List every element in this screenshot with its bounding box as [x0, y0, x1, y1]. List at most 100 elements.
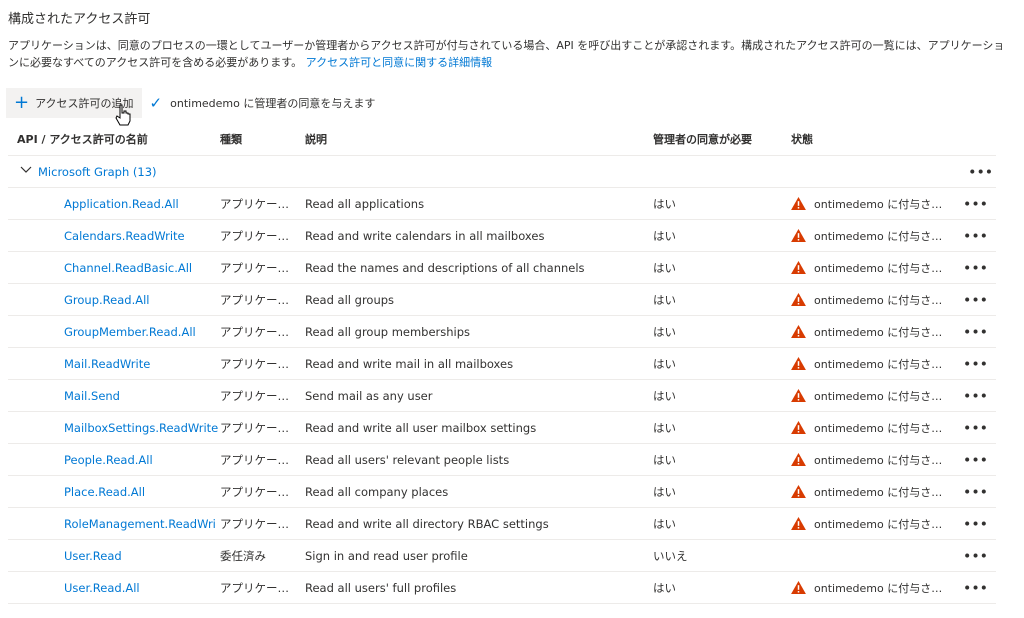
- permission-name-link[interactable]: Mail.ReadWrite: [8, 357, 220, 371]
- permission-description: Read and write calendars in all mailboxe…: [305, 228, 545, 243]
- permission-status: ontimedemo に付与さ…: [791, 292, 961, 308]
- permission-type: アプリケー…: [220, 420, 289, 435]
- permission-name-link[interactable]: MailboxSettings.ReadWrite: [8, 421, 220, 435]
- more-actions-icon[interactable]: •••: [961, 581, 991, 595]
- more-actions-icon[interactable]: •••: [961, 229, 991, 243]
- admin-consent-required: いいえ: [653, 548, 688, 563]
- more-actions-icon[interactable]: •••: [961, 389, 991, 403]
- permission-name-link[interactable]: Calendars.ReadWrite: [8, 229, 220, 243]
- grant-admin-consent-label: ontimedemo に管理者の同意を与えます: [170, 97, 376, 110]
- permission-name-link[interactable]: Application.Read.All: [8, 197, 220, 211]
- permission-type: アプリケー…: [220, 388, 289, 403]
- more-actions-icon[interactable]: •••: [961, 517, 991, 531]
- warning-icon: [791, 197, 806, 210]
- permission-name-link[interactable]: Mail.Send: [8, 389, 220, 403]
- permission-name-link[interactable]: People.Read.All: [8, 453, 220, 467]
- header-admin-consent: 管理者の同意が必要: [653, 132, 752, 146]
- permission-description: Read and write mail in all mailboxes: [305, 356, 514, 371]
- warning-icon: [791, 357, 806, 370]
- section-description: アプリケーションは、同意のプロセスの一環としてユーザーか管理者からアクセス許可が…: [8, 37, 1008, 71]
- admin-consent-required: はい: [653, 356, 676, 371]
- header-description: 説明: [305, 132, 327, 146]
- permission-name-link[interactable]: User.Read: [8, 549, 220, 563]
- permission-description: Send mail as any user: [305, 388, 433, 403]
- admin-consent-required: はい: [653, 196, 676, 211]
- status-text: ontimedemo に付与さ…: [814, 197, 943, 211]
- permissions-table: API / アクセス許可の名前 種類 説明 管理者の同意が必要 状態 Micro…: [8, 122, 996, 604]
- permission-name-link[interactable]: Group.Read.All: [8, 293, 220, 307]
- table-row: User.Read 委任済み Sign in and read user profi…: [8, 540, 996, 572]
- table-row: Mail.Send アプリケー… Send mail as any user はい on…: [8, 380, 996, 412]
- permission-description: Read all groups: [305, 292, 395, 307]
- status-text: ontimedemo に付与さ…: [814, 261, 943, 275]
- status-text: ontimedemo に付与さ…: [814, 229, 943, 243]
- permission-status: ontimedemo に付与さ…: [791, 580, 961, 596]
- permission-status: ontimedemo に付与さ…: [791, 452, 961, 468]
- permission-status: ontimedemo に付与さ…: [791, 420, 961, 436]
- permission-name-link[interactable]: User.Read.All: [8, 581, 220, 595]
- permission-name-link[interactable]: Channel.ReadBasic.All: [8, 261, 220, 275]
- permission-description: Sign in and read user profile: [305, 548, 468, 563]
- admin-consent-required: はい: [653, 228, 676, 243]
- more-actions-icon[interactable]: •••: [961, 549, 991, 563]
- more-actions-icon[interactable]: •••: [966, 165, 996, 179]
- permission-name-link[interactable]: GroupMember.Read.All: [8, 325, 220, 339]
- header-status: 状態: [791, 132, 813, 146]
- permission-type: アプリケー…: [220, 292, 289, 307]
- more-actions-icon[interactable]: •••: [961, 485, 991, 499]
- permission-description: Read all users' full profiles: [305, 580, 457, 595]
- table-row: Application.Read.All アプリケー… Read all appli…: [8, 188, 996, 220]
- warning-icon: [791, 229, 806, 242]
- permission-status: ontimedemo に付与さ…: [791, 484, 961, 500]
- permission-description: Read all applications: [305, 196, 425, 211]
- header-type: 種類: [220, 132, 242, 146]
- permission-status: ontimedemo に付与さ…: [791, 324, 961, 340]
- permission-status: ontimedemo に付与さ…: [791, 388, 961, 404]
- more-actions-icon[interactable]: •••: [961, 453, 991, 467]
- permission-name-link[interactable]: Place.Read.All: [8, 485, 220, 499]
- toolbar: + アクセス許可の追加 ✓ ontimedemo に管理者の同意を与えます: [6, 88, 383, 118]
- admin-consent-required: はい: [653, 452, 676, 467]
- table-row: RoleManagement.ReadWri アプリケー… Read and wri…: [8, 508, 996, 540]
- status-text: ontimedemo に付与さ…: [814, 357, 943, 371]
- more-actions-icon[interactable]: •••: [961, 261, 991, 275]
- permission-type: アプリケー…: [220, 260, 289, 275]
- permission-type: アプリケー…: [220, 580, 289, 595]
- more-actions-icon[interactable]: •••: [961, 421, 991, 435]
- status-text: ontimedemo に付与さ…: [814, 581, 943, 595]
- warning-icon: [791, 293, 806, 306]
- permission-status: ontimedemo に付与さ…: [791, 260, 961, 276]
- status-text: ontimedemo に付与さ…: [814, 421, 943, 435]
- permission-name-link[interactable]: RoleManagement.ReadWri: [8, 517, 220, 531]
- admin-consent-required: はい: [653, 420, 676, 435]
- admin-consent-required: はい: [653, 260, 676, 275]
- table-header: API / アクセス許可の名前 種類 説明 管理者の同意が必要 状態: [8, 122, 996, 156]
- warning-icon: [791, 325, 806, 338]
- warning-icon: [791, 581, 806, 594]
- status-text: ontimedemo に付与さ…: [814, 325, 943, 339]
- permission-type: アプリケー…: [220, 516, 289, 531]
- more-actions-icon[interactable]: •••: [961, 357, 991, 371]
- warning-icon: [791, 453, 806, 466]
- table-row: User.Read.All アプリケー… Read all users' full …: [8, 572, 996, 604]
- warning-icon: [791, 389, 806, 402]
- status-text: ontimedemo に付与さ…: [814, 293, 943, 307]
- plus-icon: +: [14, 92, 30, 113]
- group-name: Microsoft Graph (13): [38, 164, 157, 179]
- table-row: MailboxSettings.ReadWrite アプリケー… Read and …: [8, 412, 996, 444]
- admin-consent-required: はい: [653, 388, 676, 403]
- grant-admin-consent-button[interactable]: ✓ ontimedemo に管理者の同意を与えます: [142, 88, 384, 118]
- admin-consent-required: はい: [653, 580, 676, 595]
- more-actions-icon[interactable]: •••: [961, 293, 991, 307]
- status-text: ontimedemo に付与さ…: [814, 517, 943, 531]
- admin-consent-required: はい: [653, 324, 676, 339]
- more-actions-icon[interactable]: •••: [961, 325, 991, 339]
- chevron-down-icon[interactable]: [20, 166, 34, 177]
- table-row: Group.Read.All アプリケー… Read all groups はい ont…: [8, 284, 996, 316]
- group-row-microsoft-graph[interactable]: Microsoft Graph (13) •••: [8, 156, 996, 188]
- more-actions-icon[interactable]: •••: [961, 197, 991, 211]
- permission-description: Read all group memberships: [305, 324, 471, 339]
- warning-icon: [791, 485, 806, 498]
- permission-status: ontimedemo に付与さ…: [791, 228, 961, 244]
- learn-more-link[interactable]: アクセス許可と同意に関する詳細情報: [306, 56, 492, 69]
